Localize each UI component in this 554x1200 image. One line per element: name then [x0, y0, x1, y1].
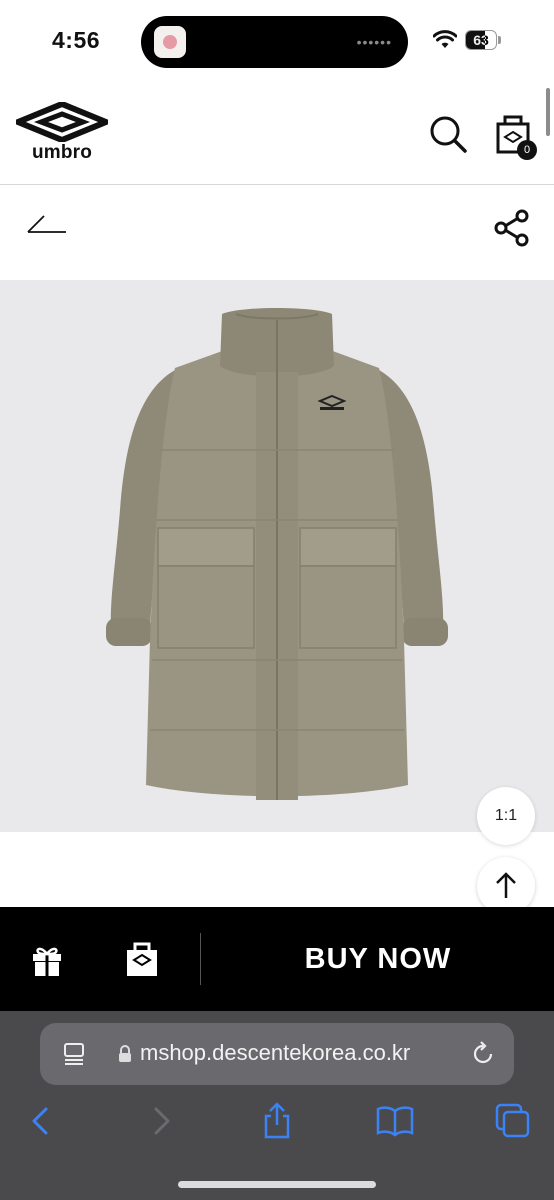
- address-bar[interactable]: mshop.descentekorea.co.kr: [40, 1023, 514, 1085]
- site-header: umbro: [0, 80, 554, 185]
- down-coat-image-icon: [106, 308, 448, 800]
- battery-icon: 63: [465, 30, 501, 52]
- search-icon[interactable]: [428, 114, 468, 154]
- page-menu-icon[interactable]: [62, 1042, 86, 1066]
- now-playing-app-icon: [154, 26, 186, 58]
- page-scrollbar[interactable]: [546, 88, 550, 136]
- action-divider: [200, 933, 201, 985]
- buy-now-button[interactable]: BUY NOW: [202, 907, 554, 1011]
- share-icon[interactable]: [492, 208, 532, 248]
- lock-icon: [119, 1045, 131, 1062]
- cart-count-badge: 0: [517, 140, 537, 160]
- back-arrow-icon[interactable]: [26, 212, 70, 236]
- aspect-ratio-button[interactable]: 1:1: [477, 787, 535, 845]
- url-text[interactable]: mshop.descentekorea.co.kr: [140, 1040, 410, 1066]
- share-sheet-icon[interactable]: [257, 1101, 297, 1141]
- dynamic-island[interactable]: ••••••: [141, 16, 408, 68]
- island-dots-icon: ••••••: [356, 34, 392, 50]
- wifi-icon: [433, 30, 457, 48]
- umbro-diamond-icon: [16, 102, 108, 142]
- reload-icon[interactable]: [470, 1041, 496, 1067]
- status-bar: 4:56 •••••• 63: [0, 0, 554, 80]
- gift-icon[interactable]: [30, 943, 64, 977]
- product-image[interactable]: [0, 280, 554, 832]
- bookmarks-icon[interactable]: [375, 1101, 415, 1141]
- tabs-icon[interactable]: [493, 1101, 533, 1141]
- bottom-action-bar: BUY NOW: [0, 907, 554, 1011]
- home-indicator: [178, 1181, 376, 1188]
- back-icon[interactable]: [22, 1101, 62, 1141]
- browser-toolbar: mshop.descentekorea.co.kr: [0, 1011, 554, 1200]
- brand-name: umbro: [31, 142, 93, 163]
- umbro-logo[interactable]: umbro: [16, 102, 108, 166]
- battery-percent: 63: [473, 32, 489, 48]
- add-to-cart-icon[interactable]: [125, 941, 159, 977]
- forward-icon[interactable]: [140, 1101, 180, 1141]
- status-time: 4:56: [52, 27, 101, 53]
